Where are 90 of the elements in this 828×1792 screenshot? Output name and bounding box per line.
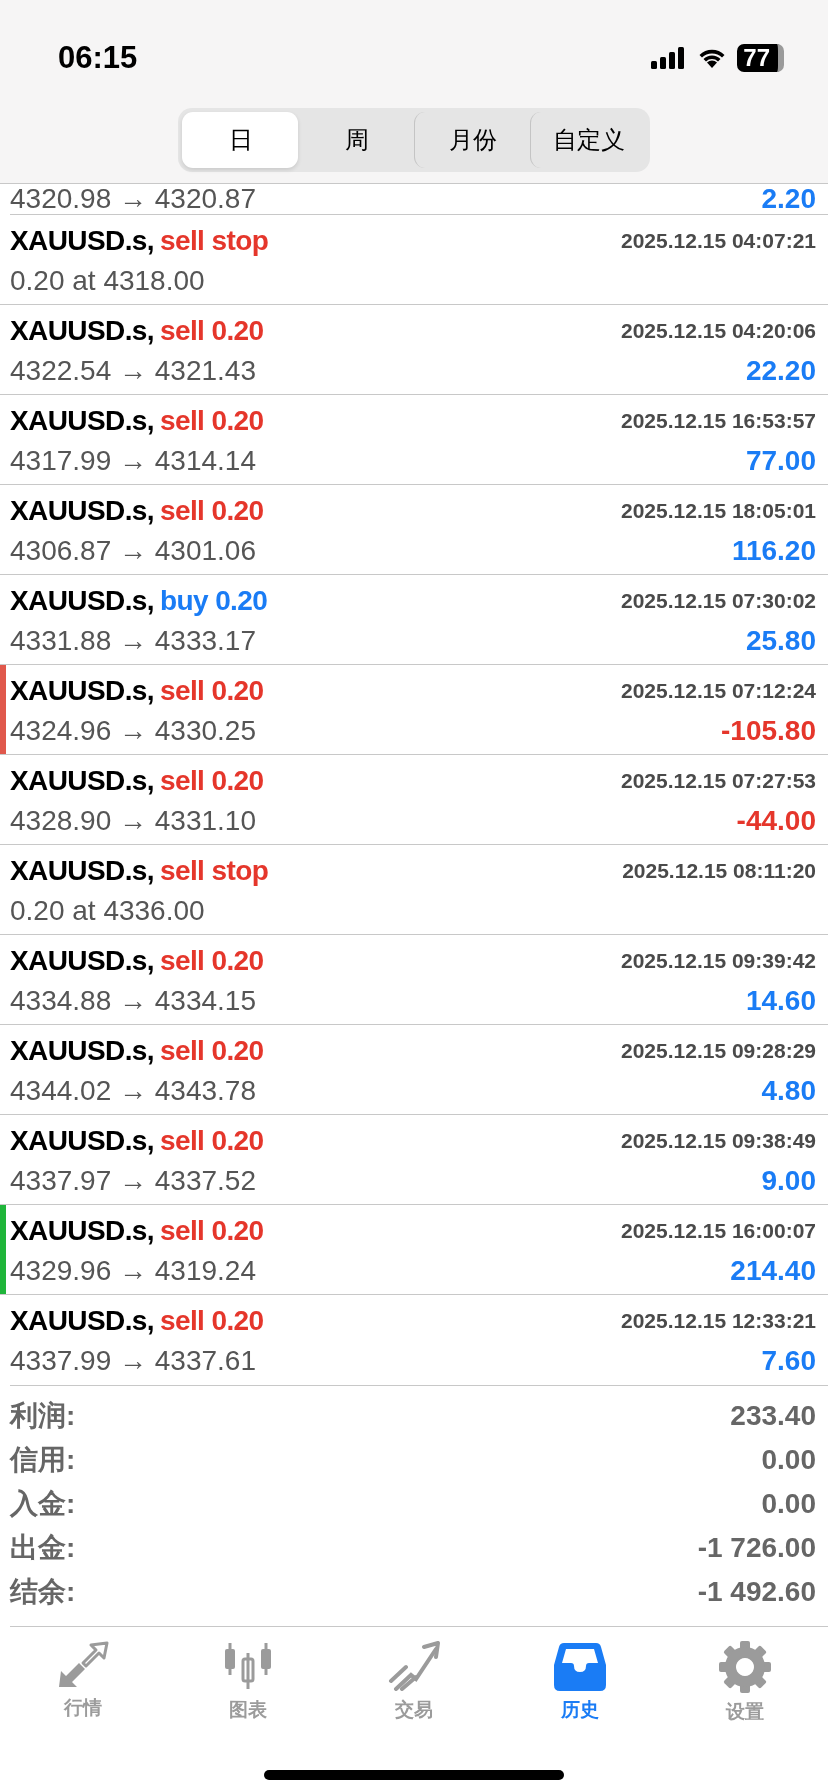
price-range: 4337.99 → 4337.61	[10, 1345, 256, 1377]
deal-time: 2025.12.15 16:00:07	[621, 1219, 816, 1243]
order-type: sell 0.20	[159, 675, 264, 707]
trend-arrow-icon	[388, 1641, 440, 1691]
tab-bar-item[interactable]: 行情	[22, 1641, 143, 1725]
price-range: 4324.96 → 4330.25	[10, 715, 256, 747]
profit-value: 4.80	[761, 1075, 816, 1107]
symbol-name: XAUUSD.s,	[10, 405, 154, 437]
double-arrow-icon	[56, 1641, 109, 1689]
deal-time: 2025.12.15 08:11:20	[622, 859, 816, 883]
profit-value: 116.20	[731, 535, 816, 567]
summary-value: 0.00	[761, 1488, 816, 1520]
order-type: sell 0.20	[159, 405, 264, 437]
summary-value: 233.40	[730, 1400, 816, 1432]
price-range: 4306.87 → 4301.06	[10, 535, 256, 567]
price-range: 4328.90 → 4331.10	[10, 805, 256, 837]
profit-value: -105.80	[721, 715, 816, 747]
period-tab[interactable]: 月份	[414, 112, 530, 168]
profit-value: -44.00	[736, 805, 816, 837]
symbol-name: XAUUSD.s,	[10, 1035, 154, 1067]
order-type: buy 0.20	[159, 585, 268, 617]
settings-icon	[719, 1641, 772, 1693]
summary-value: 0.00	[761, 1444, 816, 1476]
profit-value: 7.60	[761, 1345, 816, 1377]
price-range: 0.20 at 4336.00	[10, 895, 205, 927]
symbol-name: XAUUSD.s,	[10, 1215, 154, 1247]
symbol-name: XAUUSD.s,	[10, 585, 154, 617]
summary-value: -1 726.00	[697, 1532, 816, 1564]
deal-time: 2025.12.15 09:39:42	[621, 949, 816, 973]
symbol-name: XAUUSD.s,	[10, 315, 154, 347]
summary-label: 利润:	[10, 1399, 76, 1433]
order-type: sell 0.20	[159, 1305, 264, 1337]
deal-time: 2025.12.15 16:53:57	[621, 409, 816, 433]
price-range: 4331.88 → 4333.17	[10, 625, 256, 657]
summary-value: -1 492.60	[697, 1576, 816, 1608]
order-type: sell 0.20	[159, 765, 264, 797]
summary-label: 信用:	[10, 1443, 76, 1477]
deal-time: 2025.12.15 07:30:02	[621, 589, 816, 613]
symbol-name: XAUUSD.s,	[10, 1305, 154, 1337]
order-type: sell 0.20	[159, 1035, 264, 1067]
price-range: 4320.98 → 4320.87	[10, 184, 256, 214]
symbol-name: XAUUSD.s,	[10, 1125, 154, 1157]
symbol-name: XAUUSD.s,	[10, 855, 154, 887]
tab-bar-item[interactable]: 交易	[354, 1641, 474, 1725]
deal-time: 2025.12.15 09:38:49	[621, 1129, 816, 1153]
symbol-name: XAUUSD.s,	[10, 495, 154, 527]
deal-time: 2025.12.15 04:20:06	[621, 319, 816, 343]
deal-time: 2025.12.15 18:05:01	[621, 499, 816, 523]
price-range: 4337.97 → 4337.52	[10, 1165, 256, 1197]
symbol-name: XAUUSD.s,	[10, 945, 154, 977]
profit-value: 77.00	[745, 445, 816, 477]
deal-time: 2025.12.15 09:28:29	[621, 1039, 816, 1063]
price-range: 4344.02 → 4343.78	[10, 1075, 256, 1107]
deal-time: 2025.12.15 12:33:21	[621, 1309, 816, 1333]
summary-label: 出金:	[10, 1531, 76, 1565]
battery-indicator: 77	[737, 44, 784, 72]
deal-time: 2025.12.15 04:07:21	[621, 229, 816, 253]
profit-value: 14.60	[745, 985, 816, 1017]
order-type: sell stop	[159, 225, 269, 257]
profit-value: 22.20	[745, 355, 816, 387]
symbol-name: XAUUSD.s,	[10, 225, 154, 257]
summary-label: 入金:	[10, 1487, 76, 1521]
symbol-name: XAUUSD.s,	[10, 765, 154, 797]
price-range: 4334.88 → 4334.15	[10, 985, 256, 1017]
tab-bar-item[interactable]: 图表	[188, 1641, 309, 1725]
profit-value: 2.20	[761, 184, 816, 214]
inbox-tray-icon	[553, 1641, 606, 1691]
price-range: 4317.99 → 4314.14	[10, 445, 256, 477]
tab-bar-item[interactable]: 历史	[519, 1641, 640, 1725]
price-range: 4322.54 → 4321.43	[10, 355, 256, 387]
symbol-name: XAUUSD.s,	[10, 675, 154, 707]
tab-bar-item[interactable]: 设置	[685, 1641, 806, 1725]
price-range: 4329.96 → 4319.24	[10, 1255, 256, 1287]
profit-value: 214.40	[730, 1255, 816, 1287]
price-range: 0.20 at 4318.00	[10, 265, 205, 297]
order-type: sell stop	[159, 855, 269, 887]
summary-label: 结余:	[10, 1575, 76, 1609]
order-type: sell 0.20	[159, 1215, 264, 1247]
profit-value: 25.80	[745, 625, 816, 657]
deal-time: 2025.12.15 07:12:24	[621, 679, 816, 703]
deal-time: 2025.12.15 07:27:53	[621, 769, 816, 793]
period-tab[interactable]: 日	[182, 112, 298, 168]
order-type: sell 0.20	[159, 945, 264, 977]
order-type: sell 0.20	[159, 1125, 264, 1157]
profit-value: 9.00	[761, 1165, 816, 1197]
period-tab[interactable]: 周	[298, 112, 414, 168]
period-tab[interactable]: 自定义	[530, 112, 646, 168]
order-type: sell 0.20	[159, 495, 264, 527]
status-time: 06:15	[58, 40, 138, 76]
order-type: sell 0.20	[159, 315, 264, 347]
